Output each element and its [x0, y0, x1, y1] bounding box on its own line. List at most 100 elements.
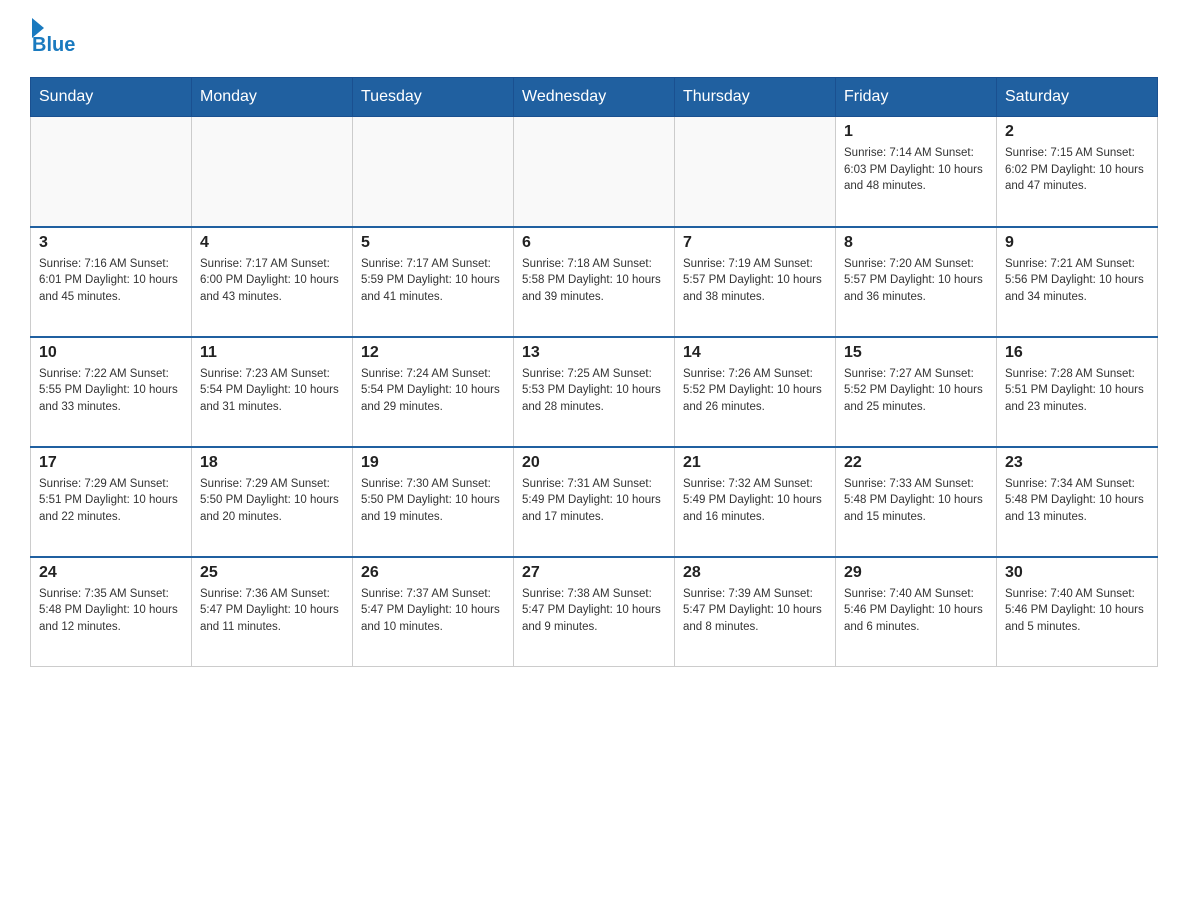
calendar-cell: 4 Sunrise: 7:17 AM Sunset: 6:00 PM Daylig…: [192, 227, 353, 337]
day-number: 25: [200, 564, 344, 582]
day-number: 14: [683, 344, 827, 362]
calendar-cell: [514, 117, 675, 227]
calendar-cell: [353, 117, 514, 227]
day-info: Sunrise: 7:37 AM Sunset: 5:47 PM Dayligh…: [361, 586, 505, 636]
day-number: 18: [200, 454, 344, 472]
logo-sub: Blue: [32, 34, 75, 57]
week-row-1: 1Sunrise: 7:14 AM Sunset: 6:03 PM Daylig…: [31, 117, 1158, 227]
day-info: Sunrise: 7:27 AM Sunset: 5:52 PM Dayligh…: [844, 366, 988, 416]
day-info: Sunrise: 7:34 AM Sunset: 5:48 PM Dayligh…: [1005, 476, 1149, 526]
calendar-cell: 19 Sunrise: 7:30 AM Sunset: 5:50 PM Dayli…: [353, 447, 514, 557]
weekday-header-friday: Friday: [836, 78, 997, 117]
day-info: Sunrise: 7:14 AM Sunset: 6:03 PM Dayligh…: [844, 145, 988, 195]
calendar-cell: 30 Sunrise: 7:40 AM Sunset: 5:46 PM Dayli…: [997, 557, 1158, 667]
day-info: Sunrise: 7:19 AM Sunset: 5:57 PM Dayligh…: [683, 256, 827, 306]
week-row-3: 10Sunrise: 7:22 AM Sunset: 5:55 PM Dayli…: [31, 337, 1158, 447]
day-info: Sunrise: 7:17 AM Sunset: 5:59 PM Dayligh…: [361, 256, 505, 306]
weekday-header-wednesday: Wednesday: [514, 78, 675, 117]
day-number: 6: [522, 234, 666, 252]
day-info: Sunrise: 7:28 AM Sunset: 5:51 PM Dayligh…: [1005, 366, 1149, 416]
day-info: Sunrise: 7:16 AM Sunset: 6:01 PM Dayligh…: [39, 256, 183, 306]
calendar-cell: 21Sunrise: 7:32 AM Sunset: 5:49 PM Dayli…: [675, 447, 836, 557]
day-number: 28: [683, 564, 827, 582]
day-info: Sunrise: 7:33 AM Sunset: 5:48 PM Dayligh…: [844, 476, 988, 526]
calendar-cell: 13 Sunrise: 7:25 AM Sunset: 5:53 PM Dayli…: [514, 337, 675, 447]
calendar-cell: 23 Sunrise: 7:34 AM Sunset: 5:48 PM Dayli…: [997, 447, 1158, 557]
day-number: 19: [361, 454, 505, 472]
weekday-header-thursday: Thursday: [675, 78, 836, 117]
calendar-cell: 2 Sunrise: 7:15 AM Sunset: 6:02 PM Daylig…: [997, 117, 1158, 227]
day-number: 20: [522, 454, 666, 472]
weekday-header-sunday: Sunday: [31, 78, 192, 117]
calendar-cell: 24 Sunrise: 7:35 AM Sunset: 5:48 PM Dayli…: [31, 557, 192, 667]
day-info: Sunrise: 7:39 AM Sunset: 5:47 PM Dayligh…: [683, 586, 827, 636]
day-number: 22: [844, 454, 988, 472]
calendar-table: SundayMondayTuesdayWednesdayThursdayFrid…: [30, 77, 1158, 667]
day-number: 4: [200, 234, 344, 252]
calendar-cell: 20 Sunrise: 7:31 AM Sunset: 5:49 PM Dayli…: [514, 447, 675, 557]
day-number: 13: [522, 344, 666, 362]
day-number: 15: [844, 344, 988, 362]
day-number: 26: [361, 564, 505, 582]
calendar-cell: 11 Sunrise: 7:23 AM Sunset: 5:54 PM Dayli…: [192, 337, 353, 447]
day-info: Sunrise: 7:25 AM Sunset: 5:53 PM Dayligh…: [522, 366, 666, 416]
day-info: Sunrise: 7:20 AM Sunset: 5:57 PM Dayligh…: [844, 256, 988, 306]
day-number: 10: [39, 344, 183, 362]
day-number: 29: [844, 564, 988, 582]
day-number: 12: [361, 344, 505, 362]
day-info: Sunrise: 7:29 AM Sunset: 5:50 PM Dayligh…: [200, 476, 344, 526]
day-number: 30: [1005, 564, 1149, 582]
day-number: 5: [361, 234, 505, 252]
day-info: Sunrise: 7:30 AM Sunset: 5:50 PM Dayligh…: [361, 476, 505, 526]
day-info: Sunrise: 7:15 AM Sunset: 6:02 PM Dayligh…: [1005, 145, 1149, 195]
day-info: Sunrise: 7:36 AM Sunset: 5:47 PM Dayligh…: [200, 586, 344, 636]
weekday-header-row: SundayMondayTuesdayWednesdayThursdayFrid…: [31, 78, 1158, 117]
calendar-cell: 26 Sunrise: 7:37 AM Sunset: 5:47 PM Dayli…: [353, 557, 514, 667]
calendar-cell: 1Sunrise: 7:14 AM Sunset: 6:03 PM Daylig…: [836, 117, 997, 227]
calendar-cell: [192, 117, 353, 227]
calendar-cell: 29 Sunrise: 7:40 AM Sunset: 5:46 PM Dayli…: [836, 557, 997, 667]
weekday-header-tuesday: Tuesday: [353, 78, 514, 117]
page-header: Blue: [30, 20, 1158, 57]
day-number: 17: [39, 454, 183, 472]
calendar-cell: 28 Sunrise: 7:39 AM Sunset: 5:47 PM Dayli…: [675, 557, 836, 667]
day-info: Sunrise: 7:23 AM Sunset: 5:54 PM Dayligh…: [200, 366, 344, 416]
calendar-cell: 5 Sunrise: 7:17 AM Sunset: 5:59 PM Daylig…: [353, 227, 514, 337]
day-info: Sunrise: 7:40 AM Sunset: 5:46 PM Dayligh…: [1005, 586, 1149, 636]
day-info: Sunrise: 7:18 AM Sunset: 5:58 PM Dayligh…: [522, 256, 666, 306]
day-number: 9: [1005, 234, 1149, 252]
week-row-4: 17 Sunrise: 7:29 AM Sunset: 5:51 PM Dayli…: [31, 447, 1158, 557]
day-number: 24: [39, 564, 183, 582]
logo: Blue: [30, 20, 75, 57]
calendar-cell: 22 Sunrise: 7:33 AM Sunset: 5:48 PM Dayli…: [836, 447, 997, 557]
calendar-cell: 17 Sunrise: 7:29 AM Sunset: 5:51 PM Dayli…: [31, 447, 192, 557]
calendar-cell: 25 Sunrise: 7:36 AM Sunset: 5:47 PM Dayli…: [192, 557, 353, 667]
day-info: Sunrise: 7:35 AM Sunset: 5:48 PM Dayligh…: [39, 586, 183, 636]
day-info: Sunrise: 7:29 AM Sunset: 5:51 PM Dayligh…: [39, 476, 183, 526]
calendar-cell: 15 Sunrise: 7:27 AM Sunset: 5:52 PM Dayli…: [836, 337, 997, 447]
calendar-cell: 14 Sunrise: 7:26 AM Sunset: 5:52 PM Dayli…: [675, 337, 836, 447]
calendar-cell: 7Sunrise: 7:19 AM Sunset: 5:57 PM Daylig…: [675, 227, 836, 337]
day-info: Sunrise: 7:40 AM Sunset: 5:46 PM Dayligh…: [844, 586, 988, 636]
day-info: Sunrise: 7:38 AM Sunset: 5:47 PM Dayligh…: [522, 586, 666, 636]
day-number: 16: [1005, 344, 1149, 362]
day-info: Sunrise: 7:32 AM Sunset: 5:49 PM Dayligh…: [683, 476, 827, 526]
calendar-cell: 27Sunrise: 7:38 AM Sunset: 5:47 PM Dayli…: [514, 557, 675, 667]
calendar-cell: 9 Sunrise: 7:21 AM Sunset: 5:56 PM Daylig…: [997, 227, 1158, 337]
day-number: 11: [200, 344, 344, 362]
calendar-cell: 10Sunrise: 7:22 AM Sunset: 5:55 PM Dayli…: [31, 337, 192, 447]
day-number: 2: [1005, 123, 1149, 141]
day-info: Sunrise: 7:24 AM Sunset: 5:54 PM Dayligh…: [361, 366, 505, 416]
calendar-cell: [31, 117, 192, 227]
day-info: Sunrise: 7:31 AM Sunset: 5:49 PM Dayligh…: [522, 476, 666, 526]
calendar-cell: 8Sunrise: 7:20 AM Sunset: 5:57 PM Daylig…: [836, 227, 997, 337]
week-row-2: 3 Sunrise: 7:16 AM Sunset: 6:01 PM Daylig…: [31, 227, 1158, 337]
day-number: 3: [39, 234, 183, 252]
day-info: Sunrise: 7:21 AM Sunset: 5:56 PM Dayligh…: [1005, 256, 1149, 306]
calendar-cell: 6 Sunrise: 7:18 AM Sunset: 5:58 PM Daylig…: [514, 227, 675, 337]
day-info: Sunrise: 7:26 AM Sunset: 5:52 PM Dayligh…: [683, 366, 827, 416]
calendar-cell: 16 Sunrise: 7:28 AM Sunset: 5:51 PM Dayli…: [997, 337, 1158, 447]
calendar-cell: 18 Sunrise: 7:29 AM Sunset: 5:50 PM Dayli…: [192, 447, 353, 557]
day-info: Sunrise: 7:17 AM Sunset: 6:00 PM Dayligh…: [200, 256, 344, 306]
day-number: 23: [1005, 454, 1149, 472]
